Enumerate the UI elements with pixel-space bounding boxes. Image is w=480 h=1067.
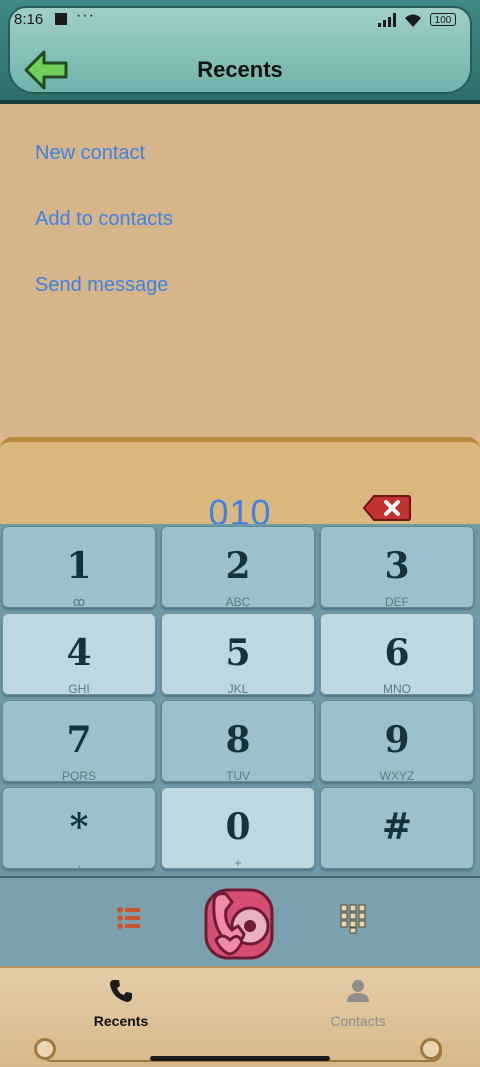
key-7[interactable]: 7 PQRS [2,700,156,783]
phone-icon [110,980,132,1002]
key-digit: 9 [384,719,410,761]
tab-contacts[interactable]: Contacts [298,978,418,1029]
key-hash[interactable]: # [320,787,474,869]
key-digit: # [381,806,413,848]
key-letters: PQRS [61,769,96,783]
key-letters: JKL [227,682,249,696]
key-digit: 6 [384,632,410,674]
tab-label: Recents [93,1013,149,1029]
key-6[interactable]: 6 MNO [320,613,474,696]
dialer-action-bar [0,876,480,966]
add-to-contacts-link[interactable]: Add to contacts [35,208,173,231]
page-title: Recents [197,57,283,82]
battery-icon: 100 [430,13,456,26]
key-star[interactable]: * , [2,787,156,870]
knob-right-decoration [420,1038,442,1060]
key-letters: TUV [226,769,250,783]
backspace-icon[interactable] [362,494,412,522]
key-digit: 8 [225,719,251,761]
knob-left-decoration [34,1038,56,1060]
tab-recents[interactable]: Recents [61,978,181,1029]
key-4[interactable]: 4 GHI [2,613,156,696]
phone-call-icon[interactable] [202,884,276,962]
key-letters: MNO [383,682,411,696]
recents-menu: New contact Add to contacts Send message [0,104,480,437]
key-9[interactable]: 9 WXYZ [320,700,474,783]
key-letters: ABC [225,595,251,609]
key-digit: 5 [225,632,251,674]
number-display: 010 [0,437,480,533]
key-1[interactable]: 1 ꝏ [2,526,156,609]
person-icon [347,980,369,1002]
wifi-icon [405,14,421,27]
key-5[interactable]: 5 JKL [161,613,315,696]
key-letters: ꝏ [72,595,86,609]
key-digit: 1 [66,545,92,587]
dial-keypad: 1 ꝏ 2 ABC 3 DEF 4 GHI 5 JKL 6 MNO 7 PQRS… [0,524,480,876]
key-letters: WXYZ [379,769,415,783]
signal-icon [378,13,396,27]
app-header: 8:16 ··· 100 Recents [0,0,480,104]
key-letters: DEF [385,595,409,609]
home-indicator[interactable] [150,1056,330,1061]
send-message-link[interactable]: Send message [35,274,168,297]
key-digit: 7 [66,719,92,761]
bottom-nav: Recents Contacts [0,966,480,1067]
key-letters: GHI [68,682,90,696]
key-3[interactable]: 3 DEF [320,526,474,609]
notification-icon [55,13,67,25]
key-digit: * [69,806,89,848]
dialpad-icon[interactable] [340,904,366,934]
status-overflow: ··· [76,7,95,24]
status-bar: 8:16 ··· 100 [0,0,480,40]
new-contact-link[interactable]: New contact [35,142,145,165]
tab-label: Contacts [330,1013,386,1029]
status-time: 8:16 [14,11,44,28]
key-0[interactable]: 0 + [161,787,315,870]
list-icon[interactable] [116,905,142,931]
key-digit: 0 [225,806,251,848]
key-letters: , [77,856,81,870]
key-digit: 2 [225,545,251,587]
key-letters: + [234,856,242,870]
key-8[interactable]: 8 TUV [161,700,315,783]
key-digit: 3 [384,545,410,587]
key-2[interactable]: 2 ABC [161,526,315,609]
key-digit: 4 [66,632,92,674]
